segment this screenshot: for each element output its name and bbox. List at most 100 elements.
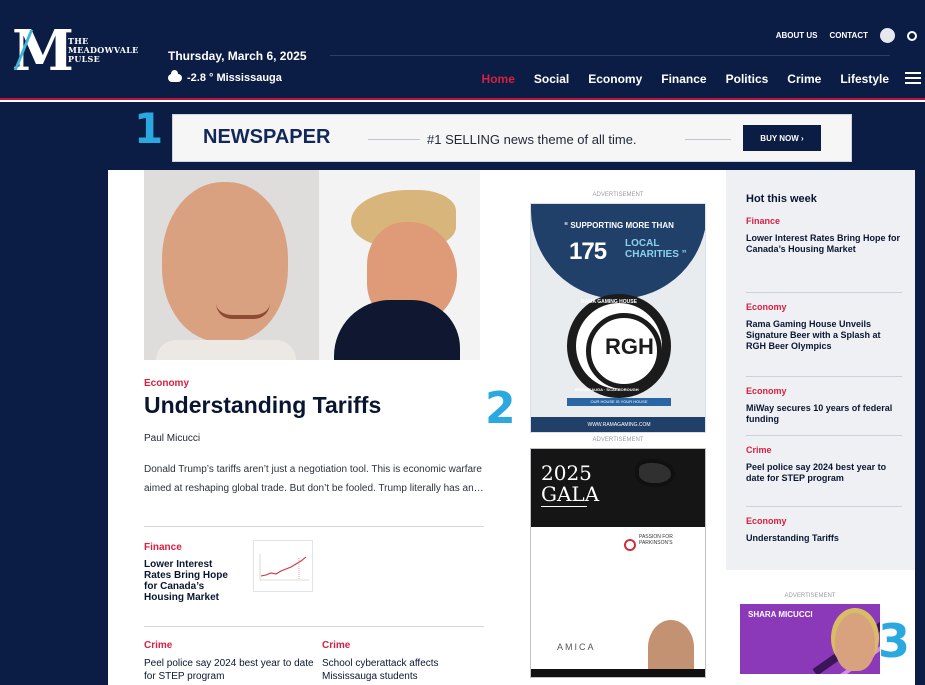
shara-portrait [835,613,875,671]
callout-badge-2: 2 [485,383,516,434]
nav-politics[interactable]: Politics [726,72,769,86]
sidebar-story-title[interactable]: Understanding Tariffs [746,533,902,544]
advertisement-label: ADVERTISEMENT [592,192,644,198]
suit-illustration [334,300,460,360]
sidebar-story-category[interactable]: Crime [746,445,902,455]
sidebar-story[interactable]: Economy Rama Gaming House Unveils Signat… [746,302,902,352]
buy-now-button[interactable]: BUY NOW › [743,125,821,151]
shirt-illustration [156,340,296,360]
gala-ad-body: PASSION FOR PARKINSON’S AMICA [531,527,705,677]
gala-word: GALA [541,482,600,506]
banner-divider-right [685,139,731,140]
story-card[interactable]: Crime Peel police say 2024 best year to … [144,640,314,683]
callout-badge-3: 3 [878,614,911,668]
gala-person-photo [648,620,694,675]
sidebar-heading: Hot this week [746,193,817,205]
story-title[interactable]: Peel police say 2024 best year to date f… [144,657,314,683]
story-list-divider [144,626,484,627]
nav-home[interactable]: Home [482,72,515,86]
sidebar-divider [746,435,902,436]
advertisement-label: ADVERTISEMENT [592,437,644,443]
gala-rule [541,506,587,507]
right-page-gutter [915,102,925,685]
left-page-gutter [0,102,108,685]
feature-image-portrait-right [319,170,480,360]
partner-logo [624,539,636,551]
story-card[interactable]: Crime School cyberattack affects Mississ… [322,640,492,683]
callout-badge-1: 1 [134,104,164,153]
advertisement-label: ADVERTISEMENT [784,593,836,599]
nav-lifestyle[interactable]: Lifestyle [840,72,889,86]
sidebar-story-category[interactable]: Economy [746,516,902,526]
finance-story-title[interactable]: Lower Interest Rates Bring Hope for Cana… [144,559,240,603]
feature-title[interactable]: Understanding Tariffs [144,392,381,419]
nav-finance[interactable]: Finance [661,72,706,86]
nav-crime[interactable]: Crime [787,72,821,86]
sidebar-story[interactable]: Crime Peel police say 2024 best year to … [746,445,902,484]
finance-trend-chart [259,554,309,581]
sidebar-story-category[interactable]: Economy [746,302,902,312]
sidebar-story[interactable]: Finance Lower Interest Rates Bring Hope … [746,216,902,255]
feature-image-portrait-left [144,170,319,360]
feature-category[interactable]: Economy [144,378,189,389]
utility-nav: ABOUT US CONTACT [776,28,917,43]
gala-ad[interactable]: 2025 GALA PASSION FOR PARKINSON’S AMICA [530,448,706,678]
gala-partner: PASSION FOR PARKINSON’S [639,534,673,546]
rgh-location: MISSISSAUGA · SCARBOROUGH [575,387,639,392]
header-date: Thursday, March 6, 2025 [168,49,307,63]
sidebar-story-title[interactable]: Lower Interest Rates Bring Hope for Cana… [746,233,902,255]
feature-divider [144,526,484,527]
nav-social[interactable]: Social [534,72,569,86]
sidebar-story[interactable]: Economy MiWay secures 10 years of federa… [746,386,902,425]
menu-icon[interactable] [905,72,921,84]
nav-economy[interactable]: Economy [588,72,642,86]
rgh-logo-text: RGH [605,334,654,359]
sidebar-divider [746,292,902,293]
sidebar-story[interactable]: Economy Understanding Tariffs [746,516,902,544]
main-navigation: Home Social Economy Finance Politics Cri… [482,72,889,86]
finance-thumbnail-chart[interactable] [253,540,313,592]
rgh-name: RAMA GAMING HOUSE [581,299,637,305]
sidebar-story-category[interactable]: Finance [746,216,902,226]
rgh-tagline: OUR HOUSE IS YOUR HOUSE [567,398,671,406]
sidebar-story-title[interactable]: Peel police say 2024 best year to date f… [746,462,902,484]
feature-image[interactable] [144,170,480,360]
newspaper-banner[interactable]: NEWSPAPER #1 SELLING news theme of all t… [172,114,852,162]
story-category[interactable]: Crime [144,640,314,651]
user-icon[interactable] [880,28,895,43]
contact-link[interactable]: CONTACT [829,31,868,40]
sidebar-story-title[interactable]: Rama Gaming House Unveils Signature Beer… [746,319,902,352]
sidebar-story-category[interactable]: Economy [746,386,902,396]
weather-text: -2.8 ° Mississauga [187,72,282,84]
ad-support-text: “ SUPPORTING MORE THAN [564,221,674,230]
smile-mark [216,303,270,319]
sidebar-story-title[interactable]: MiWay secures 10 years of federal fundin… [746,403,902,425]
about-link[interactable]: ABOUT US [776,31,818,40]
gala-object-image [635,459,675,487]
feature-author[interactable]: Paul Micucci [144,433,200,444]
rama-gaming-ad[interactable]: “ SUPPORTING MORE THAN 175 LOCAL CHARITI… [530,203,706,433]
banner-divider-left [368,139,420,140]
site-logo[interactable]: M THE MEADOWVALE PULSE [12,22,152,82]
gala-footer [531,669,705,677]
ad-local-charities: LOCAL CHARITIES ” [625,238,687,260]
cloud-icon [168,70,182,82]
story-category[interactable]: Crime [322,640,492,651]
banner-tagline: #1 SELLING news theme of all time. [427,132,637,147]
logo-mark: M [12,18,74,84]
header-divider [330,55,890,56]
gala-fine-print [539,561,643,641]
logo-name: THE MEADOWVALE PULSE [68,36,139,64]
finance-category[interactable]: Finance [144,542,182,553]
rgh-url: WWW.RAMAGAMING.COM [531,417,705,432]
weather-readout: -2.8 ° Mississauga [168,70,282,84]
feature-excerpt: Donald Trump’s tariffs aren’t just a neg… [144,464,484,494]
shara-name: SHARA MICUCCI [748,610,813,619]
search-icon[interactable] [907,30,917,41]
shara-micucci-ad[interactable]: SHARA MICUCCI [740,604,880,674]
rgh-logo: RGH [567,294,671,398]
story-title[interactable]: School cyberattack affects Mississauga s… [322,657,492,683]
face-illustration-left [162,182,288,342]
sidebar-divider [746,506,902,507]
banner-title: NEWSPAPER [203,126,331,148]
